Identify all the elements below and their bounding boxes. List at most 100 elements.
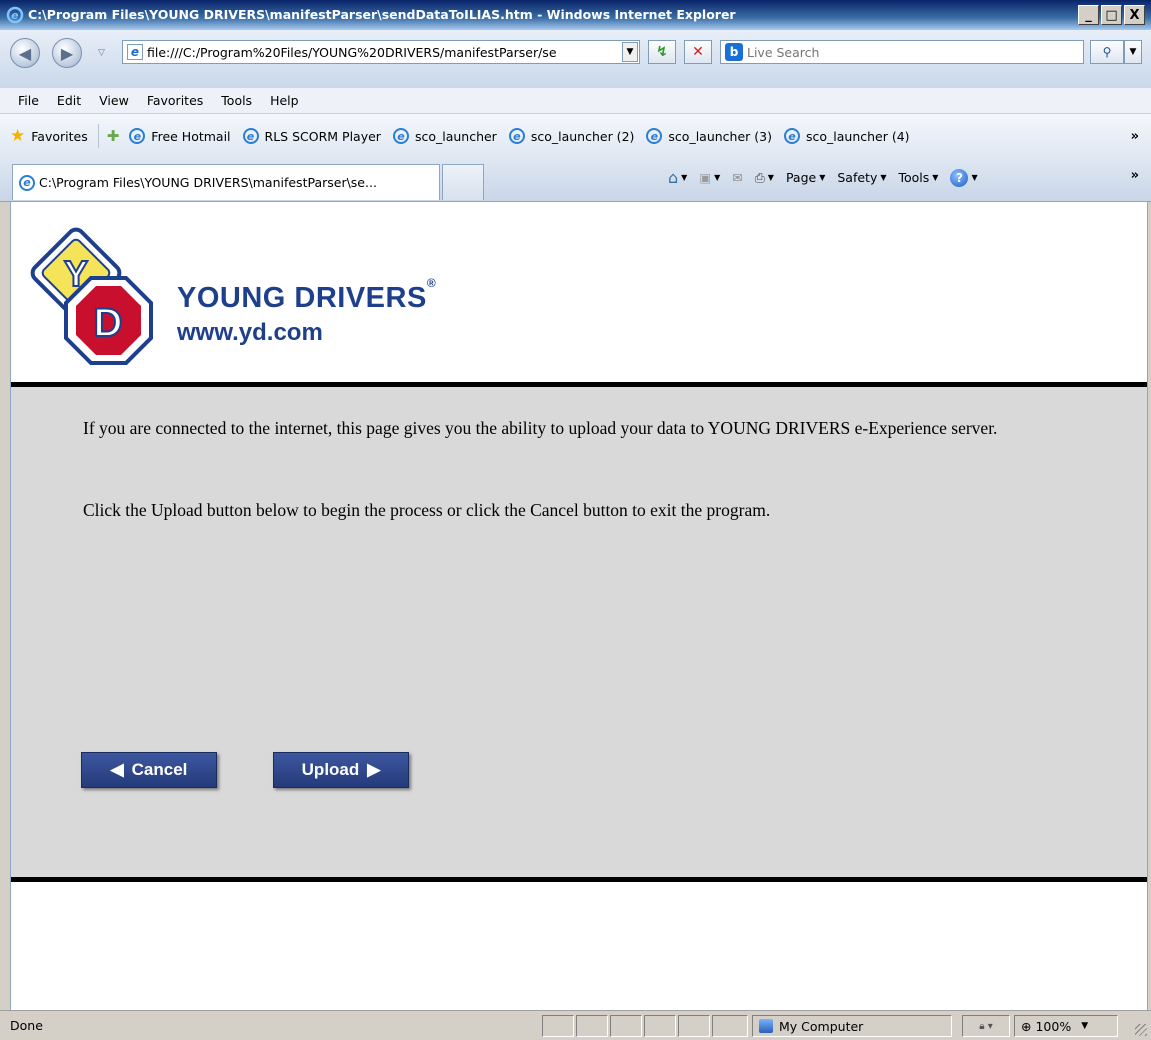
feeds-button[interactable]: ▣ ▼ <box>695 170 724 185</box>
favorite-link[interactable]: e sco_launcher (3) <box>646 128 772 144</box>
menu-bar: File Edit View Favorites Tools Help <box>0 88 1151 114</box>
help-icon: ? <box>950 168 969 187</box>
young-drivers-logo: Y D <box>30 227 153 365</box>
zoom-icon: ⊕ <box>1021 1018 1032 1034</box>
main-panel: If you are connected to the internet, th… <box>11 387 1147 877</box>
print-button[interactable]: ⎙ ▼ <box>751 170 778 186</box>
search-options-dropdown[interactable]: ▼ <box>1124 40 1142 64</box>
refresh-button[interactable]: ↯ <box>648 40 676 64</box>
ie-page-icon: e <box>129 128 146 144</box>
address-dropdown[interactable]: ▼ <box>622 42 638 62</box>
maximize-button[interactable]: □ <box>1101 5 1122 25</box>
status-text: Done <box>10 1018 43 1033</box>
rss-icon: ▣ <box>699 170 712 185</box>
page-footer <box>11 882 1147 1010</box>
page-menu[interactable]: Page ▼ <box>782 170 829 185</box>
search-icon: ⚲ <box>1102 45 1112 59</box>
print-icon: ⎙ <box>754 169 765 185</box>
cancel-button[interactable]: ◀ Cancel <box>81 752 217 788</box>
help-menu[interactable]: ? ▼ <box>946 168 981 187</box>
favorite-link-label: sco_launcher (2) <box>530 128 635 144</box>
svg-text:D: D <box>94 301 123 345</box>
favorite-link[interactable]: e sco_launcher (4) <box>783 128 910 144</box>
favorite-link-label: Free Hotmail <box>151 128 231 144</box>
stop-icon: ✕ <box>692 44 704 60</box>
ie-page-icon: e <box>646 128 663 144</box>
forward-button[interactable]: ▶ <box>52 38 82 68</box>
favorites-star-icon: ★ <box>10 125 26 146</box>
tab-title: C:\Program Files\YOUNG DRIVERS\manifestP… <box>39 175 377 190</box>
ie-page-icon: e <box>242 128 259 144</box>
favorite-link[interactable]: e RLS SCORM Player <box>242 128 381 144</box>
ie-logo-icon: e <box>6 6 24 24</box>
favorites-label: Favorites <box>31 128 88 144</box>
menu-help[interactable]: Help <box>262 93 309 108</box>
registered-mark: ® <box>426 276 437 290</box>
new-tab-button[interactable] <box>442 164 484 200</box>
address-url[interactable]: file:///C:/Program%20Files/YOUNG%20DRIVE… <box>147 45 622 60</box>
favorite-link-label: sco_launcher (4) <box>805 128 910 144</box>
intro-paragraph: If you are connected to the internet, th… <box>83 418 998 438</box>
recent-pages-dropdown[interactable]: ▽ <box>98 48 105 58</box>
status-segment <box>610 1015 642 1037</box>
zoom-dropdown-icon: ▼ <box>1081 1021 1089 1031</box>
safety-menu-label: Safety <box>837 170 878 185</box>
zoom-control[interactable]: ⊕ 100% ▼ <box>1014 1015 1118 1037</box>
brand-website: www.yd.com <box>177 319 323 346</box>
address-bar[interactable]: e file:///C:/Program%20Files/YOUNG%20DRI… <box>122 40 640 64</box>
live-search-icon: b <box>725 43 743 61</box>
ie-page-icon: e <box>508 128 525 144</box>
tools-menu[interactable]: Tools ▼ <box>895 170 943 185</box>
favorites-button[interactable]: ★ Favorites <box>10 124 99 148</box>
menu-tools[interactable]: Tools <box>213 93 262 108</box>
add-to-favorites-icon[interactable]: ✚ <box>107 127 120 145</box>
active-tab[interactable]: e C:\Program Files\YOUNG DRIVERS\manifes… <box>12 164 440 200</box>
read-mail-button[interactable]: ✉ <box>728 170 746 185</box>
title-bar: e C:\Program Files\YOUNG DRIVERS\manifes… <box>0 0 1151 30</box>
page-header: Y D YOUNG DRIVERS® www.yd.com <box>11 202 1147 382</box>
right-arrow-icon: ▶ <box>367 760 381 779</box>
favorite-link-label: sco_launcher (3) <box>668 128 772 144</box>
lock-icon: 🔒︎ ▾ <box>979 1020 993 1032</box>
search-box[interactable]: b <box>720 40 1084 64</box>
minimize-button[interactable]: _ <box>1078 5 1099 25</box>
computer-icon <box>759 1019 773 1033</box>
refresh-icon: ↯ <box>656 44 668 60</box>
brand-block: YOUNG DRIVERS® www.yd.com <box>177 276 436 347</box>
resize-grip[interactable] <box>1135 1024 1147 1036</box>
stop-button[interactable]: ✕ <box>684 40 712 64</box>
command-bar: ⌂ ▼ ▣ ▼ ✉ ⎙ ▼ Page ▼ Safety ▼ Tools ▼ ? ▼ <box>664 168 982 187</box>
ie-page-icon: e <box>19 174 35 191</box>
upload-button[interactable]: Upload ▶ <box>273 752 409 788</box>
back-button[interactable]: ◀ <box>10 38 40 68</box>
close-button[interactable]: X <box>1124 5 1145 25</box>
status-segment <box>644 1015 676 1037</box>
address-toolbar: ◀ ▶ ▽ e file:///C:/Program%20Files/YOUNG… <box>0 30 1151 88</box>
back-arrow-icon: ◀ <box>18 43 32 63</box>
favorites-bar: ★ Favorites ✚ e Free Hotmail e RLS SCORM P… <box>0 114 1151 158</box>
protected-mode-indicator[interactable]: 🔒︎ ▾ <box>962 1015 1010 1037</box>
mail-icon: ✉ <box>732 170 743 185</box>
more-commands-chevron-icon[interactable]: » <box>1131 168 1139 183</box>
search-button[interactable]: ⚲ <box>1090 40 1124 64</box>
favorite-link-label: sco_launcher <box>414 128 497 144</box>
search-input[interactable] <box>747 44 1083 60</box>
favorite-link[interactable]: e sco_launcher <box>392 128 497 144</box>
instruction-paragraph: Click the Upload button below to begin t… <box>83 500 771 520</box>
more-favorites-chevron-icon[interactable]: » <box>1131 129 1139 144</box>
svg-text:e: e <box>11 9 19 22</box>
favorite-link[interactable]: e sco_launcher (2) <box>508 128 635 144</box>
zone-label: My Computer <box>779 1018 864 1034</box>
home-button[interactable]: ⌂ ▼ <box>664 168 691 187</box>
status-segment <box>712 1015 748 1037</box>
menu-file[interactable]: File <box>10 93 49 108</box>
menu-view[interactable]: View <box>91 93 139 108</box>
status-segment <box>678 1015 710 1037</box>
page-icon: e <box>127 44 143 60</box>
zoom-level: 100% <box>1035 1018 1072 1034</box>
safety-menu[interactable]: Safety ▼ <box>833 170 890 185</box>
menu-favorites[interactable]: Favorites <box>139 93 213 108</box>
menu-edit[interactable]: Edit <box>49 93 91 108</box>
security-zone[interactable]: My Computer <box>752 1015 952 1037</box>
favorite-link[interactable]: e Free Hotmail <box>129 128 231 144</box>
